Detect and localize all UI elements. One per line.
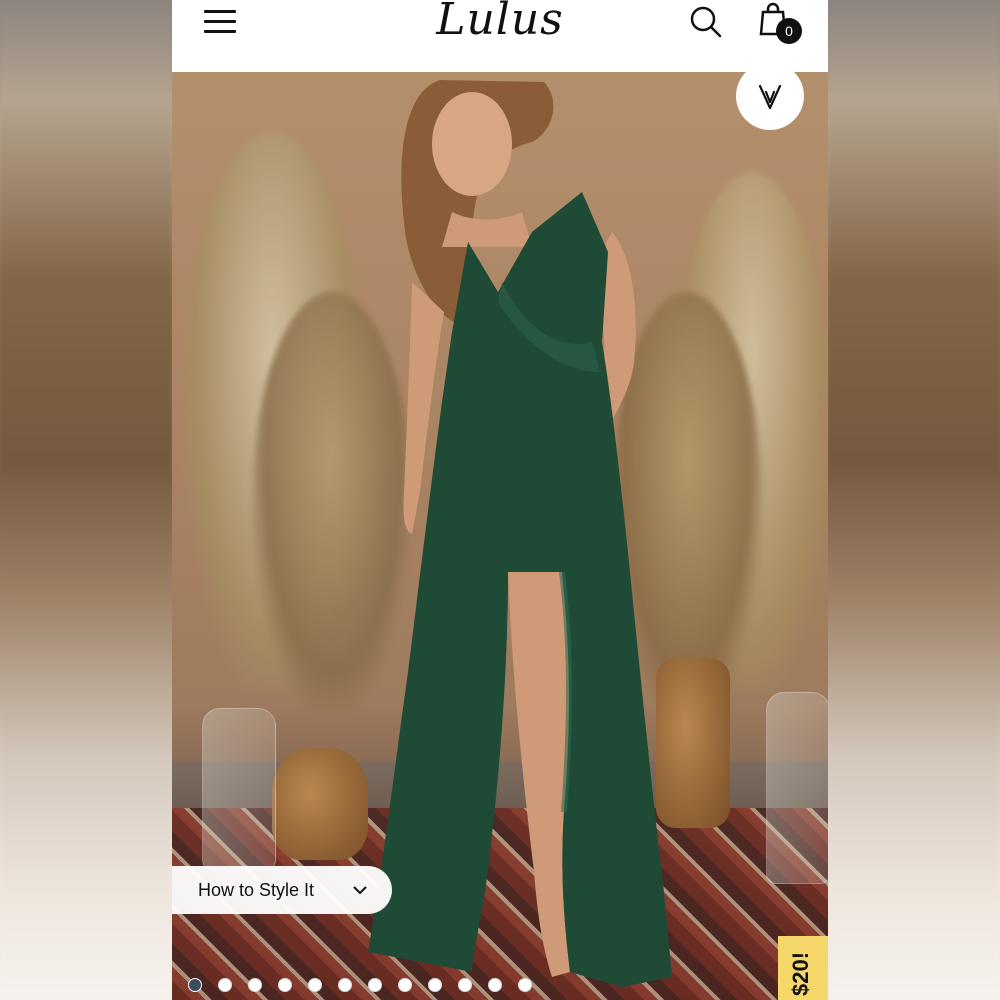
- header: Lulus 0: [172, 0, 828, 72]
- carousel-dot[interactable]: [458, 978, 472, 992]
- promo-label: $20!: [788, 951, 813, 996]
- lulus-logo[interactable]: Lulus: [172, 0, 828, 45]
- cart-count-badge: 0: [776, 18, 802, 44]
- background-right: [828, 0, 1000, 1000]
- carousel-dot[interactable]: [518, 978, 532, 992]
- carousel-dot[interactable]: [188, 978, 202, 992]
- product-image[interactable]: How to Style It $20!: [172, 72, 828, 1000]
- background-left: [0, 0, 172, 1000]
- carousel-dot[interactable]: [368, 978, 382, 992]
- search-icon: [690, 6, 722, 38]
- carousel-dot[interactable]: [248, 978, 262, 992]
- carousel-dot[interactable]: [218, 978, 232, 992]
- carousel-dot[interactable]: [398, 978, 412, 992]
- phone-screen: Lulus 0 How to Style It $20!: [172, 0, 828, 1000]
- how-to-style-it-button[interactable]: How to Style It: [172, 866, 392, 914]
- model-in-green-satin-dress: [368, 80, 672, 987]
- search-button[interactable]: [688, 4, 724, 40]
- carousel-dot[interactable]: [488, 978, 502, 992]
- favorite-button[interactable]: [736, 62, 804, 130]
- carousel-dot[interactable]: [278, 978, 292, 992]
- promo-tab[interactable]: $20!: [778, 936, 828, 1000]
- heart-icon: [758, 84, 782, 110]
- carousel-dot[interactable]: [338, 978, 352, 992]
- carousel-dot[interactable]: [428, 978, 442, 992]
- how-to-style-it-label: How to Style It: [198, 880, 315, 900]
- chevron-down-icon: [353, 886, 367, 895]
- carousel-dot[interactable]: [308, 978, 322, 992]
